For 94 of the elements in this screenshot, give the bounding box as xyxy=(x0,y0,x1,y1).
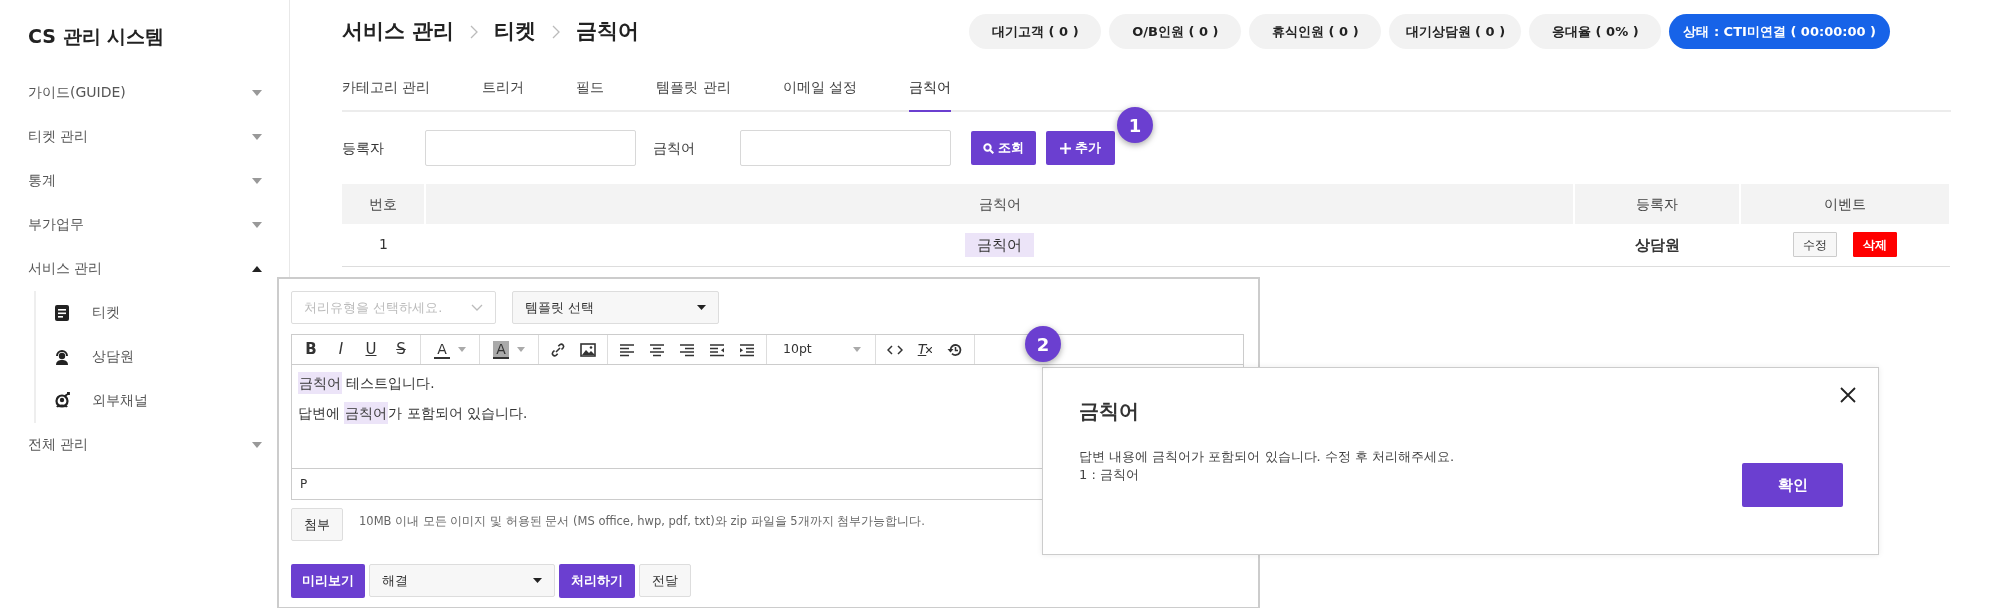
chevron-right-icon xyxy=(552,24,561,39)
counter-pill[interactable]: 대기고객 ( 0 ) xyxy=(969,14,1102,49)
align-left-icon[interactable] xyxy=(619,341,635,358)
counter-pill[interactable]: 대기상담원 ( 0 ) xyxy=(1389,14,1522,49)
dialog-title: 금칙어 xyxy=(1079,398,1140,425)
caret-down-icon xyxy=(457,347,466,352)
add-button[interactable]: 추가 xyxy=(1046,131,1115,165)
plus-icon xyxy=(1060,142,1071,154)
dialog-message: 1 : 금칙어 xyxy=(1079,465,1140,484)
history-icon[interactable] xyxy=(947,341,963,358)
text-run: 답변에 xyxy=(298,405,341,422)
caret-down-icon xyxy=(533,578,542,583)
column-header: 번호 xyxy=(342,184,425,224)
align-right-icon[interactable] xyxy=(679,341,695,358)
table-cell: 상담원 xyxy=(1574,224,1740,266)
element-path: P xyxy=(300,477,308,491)
caret-down-icon xyxy=(252,177,262,184)
breadcrumb-item: 금칙어 xyxy=(576,17,640,45)
submenu-item[interactable]: 상담원 xyxy=(54,334,234,379)
clear-format-button[interactable]: T xyxy=(910,335,940,364)
document-icon xyxy=(54,303,70,322)
caret-down-icon xyxy=(252,221,262,228)
tab[interactable]: 카테고리 관리 xyxy=(342,67,431,112)
search-button[interactable]: 조회 xyxy=(971,131,1036,165)
input-field[interactable] xyxy=(740,130,951,166)
result-select[interactable]: 해결 xyxy=(369,564,555,597)
highlighted-text: 금칙어 xyxy=(298,372,342,394)
column-header: 이벤트 xyxy=(1740,184,1950,224)
bold-button[interactable]: B xyxy=(296,335,326,364)
tab[interactable]: 이메일 설정 xyxy=(782,67,858,112)
edit-button[interactable]: 수정 xyxy=(1793,232,1837,258)
field-label: 금칙어 xyxy=(653,138,696,158)
field-label: 등록자 xyxy=(342,138,385,158)
input-field[interactable] xyxy=(425,130,636,166)
table-cell: 1 xyxy=(342,224,425,266)
forward-button[interactable]: 전달 xyxy=(639,564,691,597)
select-field[interactable]: 템플릿 선택 xyxy=(512,291,719,324)
headset-icon xyxy=(54,347,70,366)
search-icon xyxy=(983,142,994,154)
indent-icon[interactable] xyxy=(739,341,755,358)
column-header: 금칙어 xyxy=(425,184,1574,224)
font-size-select[interactable]: 10pt xyxy=(771,335,871,364)
counter-pill[interactable]: 휴식인원 ( 0 ) xyxy=(1249,14,1382,49)
cross-icon xyxy=(926,346,933,353)
caret-down-icon xyxy=(853,347,861,352)
strike-button[interactable]: S xyxy=(386,335,416,364)
counter-pill[interactable]: O/B인원 ( 0 ) xyxy=(1109,14,1242,49)
table-cell: 금칙어 xyxy=(965,232,1034,257)
caret-down-icon xyxy=(252,133,262,140)
underline-button[interactable]: U xyxy=(356,335,386,364)
caret-down-icon xyxy=(252,441,262,448)
callout-badge: 1 xyxy=(1117,107,1153,143)
caret-down-icon xyxy=(516,347,525,352)
align-center-icon[interactable] xyxy=(649,341,665,358)
tab[interactable]: 트리거 xyxy=(482,67,525,112)
menu-item[interactable]: 통계 xyxy=(28,158,262,203)
submenu-item[interactable]: 외부채널 xyxy=(54,378,234,423)
outdent-icon[interactable] xyxy=(709,341,725,358)
app-title: CS 관리 시스템 xyxy=(28,24,165,49)
column-header: 등록자 xyxy=(1574,184,1740,224)
italic-button[interactable]: I xyxy=(326,335,356,364)
preview-button[interactable]: 미리보기 xyxy=(291,564,365,598)
menu-item[interactable]: 부가업무 xyxy=(28,202,262,247)
chevron-right-icon xyxy=(470,24,479,39)
attach-button[interactable]: 첨부 xyxy=(291,508,343,541)
caret-down-icon xyxy=(697,305,706,310)
submenu-item[interactable]: 티켓 xyxy=(54,290,234,335)
image-icon[interactable] xyxy=(580,341,596,358)
text-color-button[interactable]: A xyxy=(425,335,475,364)
counter-pill[interactable]: 응대율 ( 0% ) xyxy=(1529,14,1662,49)
delete-button[interactable]: 삭제 xyxy=(1853,232,1897,258)
dialog-message: 답변 내용에 금칙어가 포함되어 있습니다. 수정 후 처리해주세요. xyxy=(1079,448,1455,466)
highlight-color-button[interactable]: A xyxy=(484,335,534,364)
process-button[interactable]: 처리하기 xyxy=(559,564,635,598)
tab[interactable]: 금칙어 xyxy=(909,67,952,112)
tab[interactable]: 필드 xyxy=(576,67,605,112)
menu-item[interactable]: 티켓 관리 xyxy=(28,114,262,159)
chevron-down-icon xyxy=(471,304,483,311)
link-icon[interactable] xyxy=(550,341,566,358)
menu-item[interactable]: 전체 관리 xyxy=(28,422,262,467)
text-run: 가 포함되어 있습니다. xyxy=(388,405,528,422)
caret-down-icon xyxy=(252,89,262,96)
tab[interactable]: 템플릿 관리 xyxy=(656,67,731,112)
attach-note: 10MB 이내 모든 이미지 및 허용된 문서 (MS office, hwp, pdf, txt)와 zip 파일을 5개까지 첨부가능합니다. xyxy=(359,513,925,530)
text-run: 테스트입니다. xyxy=(345,375,435,391)
close-icon xyxy=(1840,386,1856,403)
confirm-button[interactable]: 확인 xyxy=(1742,463,1843,508)
breadcrumb-item[interactable]: 서비스 관리 xyxy=(342,15,455,48)
status-pill[interactable]: 상태 : CTI미연결 ( 00:00:00 ) xyxy=(1669,14,1890,49)
menu-item[interactable]: 가이드(GUIDE) xyxy=(28,70,262,115)
highlighted-text: 금칙어 xyxy=(344,402,389,425)
breadcrumb-item[interactable]: 티켓 xyxy=(494,15,537,48)
caret-up-icon xyxy=(252,265,262,272)
menu-item[interactable]: 서비스 관리 xyxy=(28,246,262,291)
